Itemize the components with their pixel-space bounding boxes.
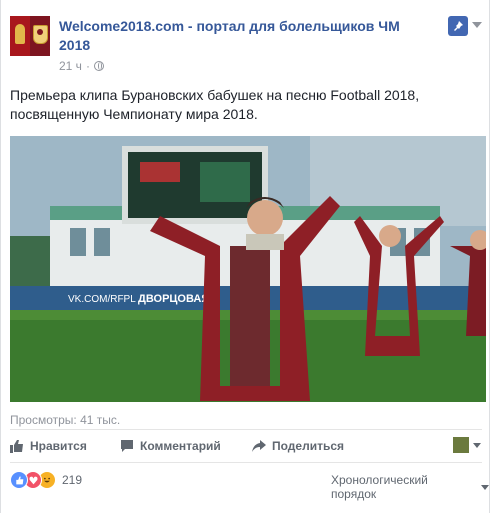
share-as-avatar[interactable] <box>453 437 469 453</box>
dancer-main-face <box>247 200 283 236</box>
video-frame: VK.COM/RFPL ДВОРЦОВАЯ <box>10 136 486 402</box>
sort-label: Хронологический порядок <box>331 473 428 501</box>
post-card: Welcome2018.com - портал для болельщиков… <box>0 0 490 513</box>
dancer-right-face <box>379 225 401 247</box>
share-icon <box>252 440 266 452</box>
share-label: Поделиться <box>272 439 345 453</box>
chevron-down-icon <box>481 484 489 490</box>
dancer-necklace <box>246 234 284 250</box>
thumbs-up-icon <box>10 440 23 453</box>
action-bar: Нравится Комментарий Поделиться <box>10 434 482 458</box>
page-name-link[interactable]: Welcome2018.com - портал для болельщиков… <box>59 17 429 55</box>
meta-separator: · <box>85 59 90 73</box>
chevron-down-icon[interactable] <box>473 443 481 448</box>
crest-ball-icon <box>37 29 43 35</box>
stadium-window <box>94 228 110 256</box>
divider <box>10 462 482 463</box>
like-button[interactable]: Нравится <box>10 434 87 458</box>
banner-text: ДВОРЦОВАЯ <box>138 293 209 305</box>
like-label: Нравится <box>30 439 87 453</box>
video-player[interactable]: VK.COM/RFPL ДВОРЦОВАЯ <box>10 136 486 402</box>
chevron-down-icon[interactable] <box>472 22 482 28</box>
banner-text: VK.COM/RFPL <box>68 294 136 305</box>
comment-button[interactable]: Комментарий <box>120 434 221 458</box>
reaction-count: 219 <box>62 473 83 487</box>
divider <box>10 429 482 430</box>
post-text: Премьера клипа Бурановских бабушек на пе… <box>10 87 420 122</box>
reactions-summary[interactable]: 219 <box>10 471 82 489</box>
stadium-window <box>70 228 86 256</box>
scoreboard-display <box>140 162 180 182</box>
comment-label: Комментарий <box>140 439 221 453</box>
post-time[interactable]: 21 ч <box>59 59 82 73</box>
pin-icon <box>454 21 463 31</box>
globe-icon[interactable] <box>93 61 104 71</box>
comment-sort-dropdown[interactable]: Хронологический порядок <box>331 473 489 501</box>
trophy-icon <box>15 24 25 44</box>
view-count: Просмотры: 41 тыс. <box>10 413 121 427</box>
page-avatar[interactable] <box>10 16 50 56</box>
dancer-apron <box>230 246 270 386</box>
post-meta: 21 ч · <box>59 59 104 73</box>
pin-button[interactable] <box>448 16 468 36</box>
share-button[interactable]: Поделиться <box>252 434 344 458</box>
scoreboard-display <box>200 162 250 202</box>
comment-icon <box>121 440 133 452</box>
like-reaction-icon <box>10 471 28 489</box>
